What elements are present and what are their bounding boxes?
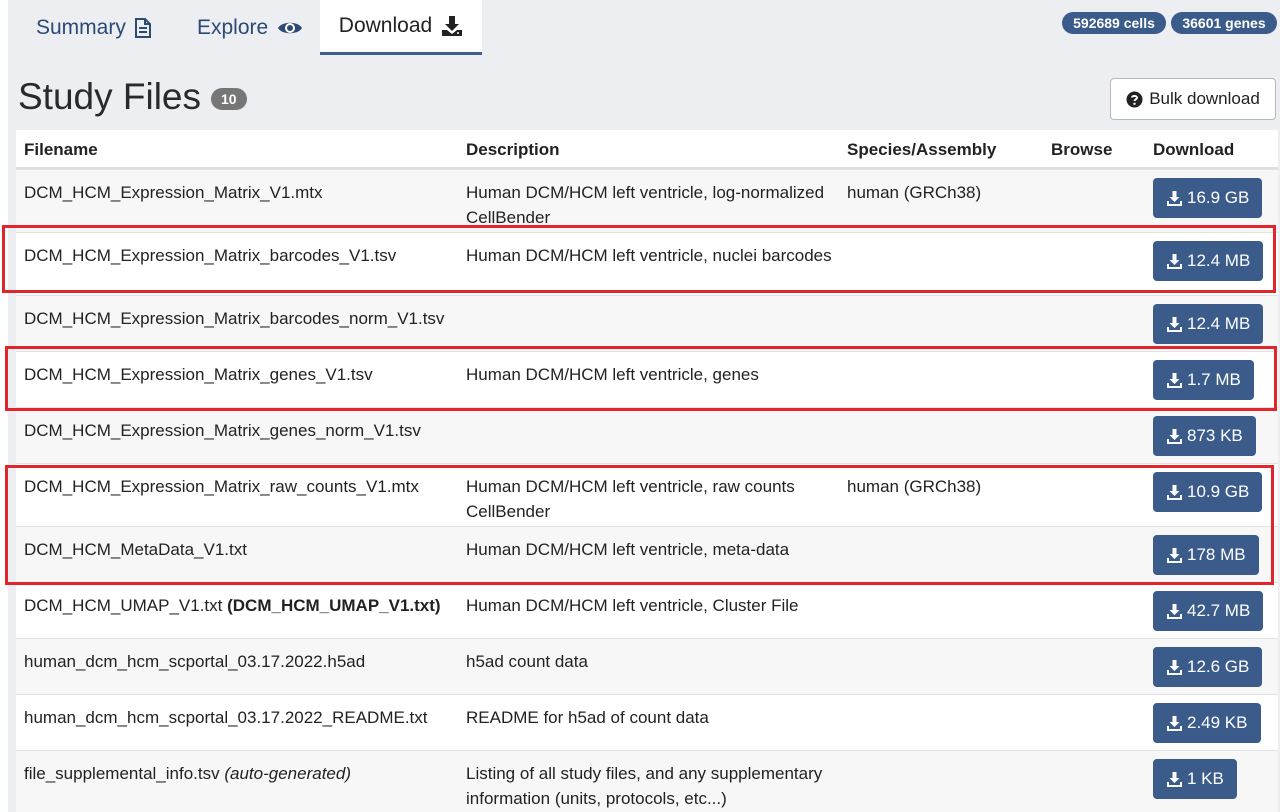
filename-cell: DCM_HCM_UMAP_V1.txt (DCM_HCM_UMAP_V1.txt… bbox=[24, 593, 464, 618]
download-file-button[interactable]: 12.4 MB bbox=[1153, 304, 1264, 344]
file-size: 10.9 GB bbox=[1187, 482, 1250, 501]
col-description: Description bbox=[466, 140, 560, 159]
table-row: DCM_HCM_Expression_Matrix_V1.mtx Human D… bbox=[16, 169, 1278, 232]
table-row: DCM_HCM_Expression_Matrix_barcodes_V1.ts… bbox=[16, 232, 1278, 295]
download-file-button[interactable]: 12.6 GB bbox=[1153, 647, 1263, 687]
page-title: Study Files 10 bbox=[18, 76, 247, 118]
table-row: DCM_HCM_UMAP_V1.txt (DCM_HCM_UMAP_V1.txt… bbox=[16, 582, 1278, 638]
tab-download[interactable]: Download bbox=[320, 0, 482, 55]
col-download: Download bbox=[1153, 140, 1235, 159]
description-cell: Listing of all study files, and any supp… bbox=[466, 764, 823, 808]
download-file-button[interactable]: 42.7 MB bbox=[1153, 591, 1264, 631]
download-icon bbox=[1166, 372, 1183, 389]
filename-cell: DCM_HCM_Expression_Matrix_genes_V1.tsv bbox=[24, 365, 373, 384]
download-file-button[interactable]: 10.9 GB bbox=[1153, 472, 1263, 512]
description-cell: Human DCM/HCM left ventricle, nuclei bar… bbox=[466, 246, 832, 265]
table-row: DCM_HCM_Expression_Matrix_genes_V1.tsv H… bbox=[16, 351, 1278, 407]
filename-cell: human_dcm_hcm_scportal_03.17.2022.h5ad bbox=[24, 652, 366, 671]
filename-text: DCM_HCM_UMAP_V1.txt bbox=[24, 596, 223, 615]
table-row: DCM_HCM_MetaData_V1.txt Human DCM/HCM le… bbox=[16, 526, 1278, 582]
col-browse: Browse bbox=[1051, 140, 1113, 159]
download-icon bbox=[1166, 659, 1183, 676]
file-size: 2.49 KB bbox=[1187, 713, 1248, 732]
download-icon bbox=[1166, 771, 1183, 788]
description-cell: h5ad count data bbox=[466, 652, 588, 671]
download-icon bbox=[1166, 190, 1183, 207]
download-icon bbox=[1166, 715, 1183, 732]
download-file-button[interactable]: 1.7 MB bbox=[1153, 360, 1254, 400]
download-icon bbox=[1166, 547, 1183, 564]
table-row: human_dcm_hcm_scportal_03.17.2022.h5ad h… bbox=[16, 638, 1278, 694]
filename-cell: DCM_HCM_Expression_Matrix_barcodes_V1.ts… bbox=[24, 246, 397, 265]
col-filename: Filename bbox=[24, 140, 98, 159]
file-size: 873 KB bbox=[1187, 426, 1243, 445]
download-icon bbox=[1166, 603, 1183, 620]
page-title-text: Study Files bbox=[18, 76, 202, 117]
tab-summary[interactable]: Summary bbox=[36, 0, 151, 55]
document-icon bbox=[134, 17, 151, 38]
page: Summary Explore Download 592689 cells 36… bbox=[8, 0, 1280, 812]
tab-download-label: Download bbox=[338, 14, 433, 37]
tab-explore-label: Explore bbox=[197, 15, 269, 39]
download-file-button[interactable]: 178 MB bbox=[1153, 535, 1259, 575]
file-size: 12.4 MB bbox=[1187, 251, 1251, 270]
download-icon bbox=[1166, 428, 1183, 445]
study-files-table: Filename Description Species/Assembly Br… bbox=[16, 130, 1278, 812]
table-row: file_supplemental_info.tsv (auto-generat… bbox=[16, 750, 1278, 812]
download-file-button[interactable]: 1 KB bbox=[1153, 759, 1237, 799]
filename-bold-alias: (DCM_HCM_UMAP_V1.txt) bbox=[227, 596, 441, 615]
nav-tabs: Summary Explore Download 592689 cells 36… bbox=[8, 0, 1280, 55]
filename-cell: DCM_HCM_Expression_Matrix_genes_norm_V1.… bbox=[24, 421, 421, 440]
cells-count-badge: 592689 cells bbox=[1062, 12, 1166, 34]
download-file-button[interactable]: 12.4 MB bbox=[1153, 241, 1264, 281]
download-icon bbox=[1166, 253, 1183, 270]
eye-icon bbox=[277, 19, 303, 37]
download-icon bbox=[1166, 484, 1183, 501]
description-cell: README for h5ad of count data bbox=[466, 708, 709, 727]
filename-note: (auto-generated) bbox=[224, 764, 351, 783]
file-size: 12.6 GB bbox=[1187, 657, 1250, 676]
table-row: DCM_HCM_Expression_Matrix_raw_counts_V1.… bbox=[16, 463, 1278, 526]
bulk-download-label: Bulk download bbox=[1149, 89, 1260, 108]
file-size: 12.4 MB bbox=[1187, 314, 1251, 333]
download-file-button[interactable]: 2.49 KB bbox=[1153, 703, 1261, 743]
download-icon bbox=[441, 15, 463, 37]
table-row: DCM_HCM_Expression_Matrix_genes_norm_V1.… bbox=[16, 407, 1278, 463]
table-row: DCM_HCM_Expression_Matrix_barcodes_norm_… bbox=[16, 295, 1278, 351]
genes-count-badge: 36601 genes bbox=[1171, 12, 1277, 34]
filename-cell: file_supplemental_info.tsv (auto-generat… bbox=[24, 761, 464, 786]
filename-text: file_supplemental_info.tsv bbox=[24, 764, 220, 783]
file-size: 1 KB bbox=[1187, 769, 1224, 788]
filename-cell: DCM_HCM_Expression_Matrix_V1.mtx bbox=[24, 183, 323, 202]
file-size: 16.9 GB bbox=[1187, 188, 1250, 207]
file-size: 178 MB bbox=[1187, 545, 1246, 564]
file-count-badge: 10 bbox=[211, 88, 247, 110]
file-size: 42.7 MB bbox=[1187, 601, 1251, 620]
tab-summary-label: Summary bbox=[36, 15, 126, 39]
species-cell: human (GRCh38) bbox=[847, 183, 982, 202]
filename-cell: DCM_HCM_Expression_Matrix_barcodes_norm_… bbox=[24, 309, 445, 328]
filename-cell: DCM_HCM_Expression_Matrix_raw_counts_V1.… bbox=[24, 477, 419, 496]
file-size: 1.7 MB bbox=[1187, 370, 1241, 389]
bulk-download-button[interactable]: Bulk download bbox=[1110, 78, 1276, 120]
description-cell: Human DCM/HCM left ventricle, log-normal… bbox=[466, 183, 825, 227]
download-file-button[interactable]: 16.9 GB bbox=[1153, 178, 1263, 218]
description-cell: Human DCM/HCM left ventricle, genes bbox=[466, 365, 759, 384]
table-row: human_dcm_hcm_scportal_03.17.2022_README… bbox=[16, 694, 1278, 750]
description-cell: Human DCM/HCM left ventricle, meta-data bbox=[466, 540, 790, 559]
tab-explore[interactable]: Explore bbox=[197, 0, 303, 55]
table-header: Filename Description Species/Assembly Br… bbox=[16, 130, 1278, 169]
species-cell: human (GRCh38) bbox=[847, 477, 982, 496]
download-file-button[interactable]: 873 KB bbox=[1153, 416, 1256, 456]
filename-cell: human_dcm_hcm_scportal_03.17.2022_README… bbox=[24, 708, 428, 727]
col-species: Species/Assembly bbox=[847, 140, 997, 159]
download-icon bbox=[1166, 316, 1183, 333]
description-cell: Human DCM/HCM left ventricle, Cluster Fi… bbox=[466, 596, 799, 615]
question-circle-icon bbox=[1126, 91, 1143, 108]
filename-cell: DCM_HCM_MetaData_V1.txt bbox=[24, 540, 247, 559]
description-cell: Human DCM/HCM left ventricle, raw counts… bbox=[466, 477, 795, 521]
